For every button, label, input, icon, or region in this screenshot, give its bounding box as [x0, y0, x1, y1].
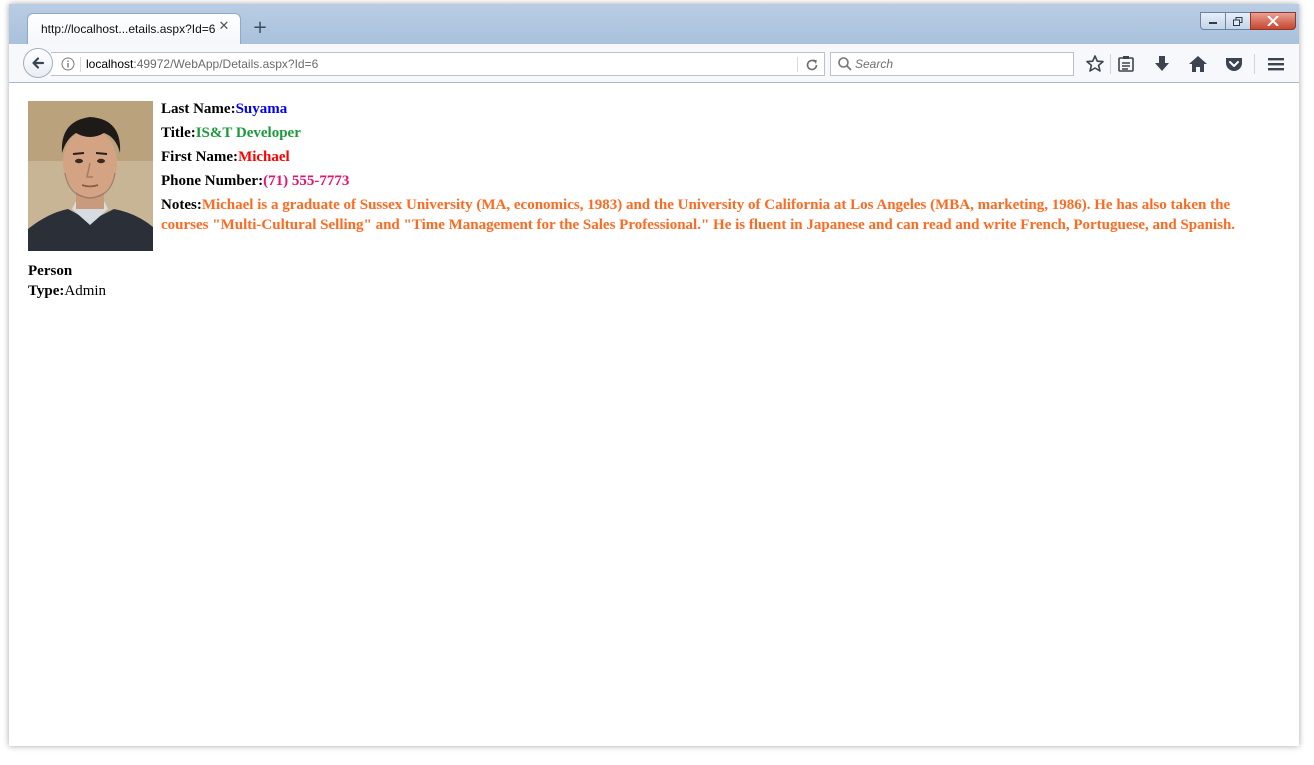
- info-icon[interactable]: [61, 57, 75, 71]
- window-controls: [1200, 12, 1296, 30]
- minimize-icon: [1209, 22, 1217, 24]
- toolbar-separator: [1254, 54, 1255, 74]
- home-icon[interactable]: [1188, 54, 1208, 74]
- last-name-row: Last Name:Suyama: [161, 99, 1271, 119]
- person-type-value: Admin: [64, 283, 107, 299]
- pocket-icon[interactable]: [1224, 54, 1244, 74]
- close-icon: [1267, 16, 1279, 26]
- tab-strip: http://localhost...etails.aspx?Id=6 ✕ +: [9, 4, 1299, 44]
- tab-title: http://localhost...etails.aspx?Id=6: [41, 22, 216, 36]
- first-name-label: First Name:: [161, 149, 239, 165]
- search-bar[interactable]: [830, 52, 1074, 76]
- last-name-value: Suyama: [235, 101, 288, 117]
- search-input[interactable]: [855, 55, 1065, 73]
- back-arrow-icon: [32, 57, 45, 69]
- new-tab-button[interactable]: +: [250, 19, 270, 39]
- person-type-row: Person Type:Admin: [28, 261, 108, 301]
- back-button[interactable]: [23, 48, 53, 78]
- tab-close-icon[interactable]: ✕: [216, 19, 232, 35]
- url-host: localhost: [86, 57, 134, 71]
- download-icon[interactable]: [1152, 54, 1172, 74]
- title-value: IS&T Developer: [195, 125, 301, 141]
- last-name-label: Last Name:: [161, 101, 236, 117]
- url-separator: [80, 57, 81, 72]
- toolbar-separator: [1110, 54, 1111, 74]
- close-window-button[interactable]: [1250, 12, 1296, 30]
- phone-row: Phone Number:(71) 555-7773: [161, 171, 1271, 191]
- url-text[interactable]: localhost:49972/WebApp/Details.aspx?Id=6: [86, 57, 318, 71]
- reload-icon[interactable]: [804, 57, 820, 73]
- title-row: Title:IS&T Developer: [161, 123, 1271, 143]
- nav-toolbar: localhost:49972/WebApp/Details.aspx?Id=6: [9, 44, 1299, 83]
- minimize-button[interactable]: [1200, 12, 1226, 30]
- reload-separator: [797, 57, 798, 72]
- browser-window: http://localhost...etails.aspx?Id=6 ✕ +: [9, 4, 1299, 746]
- bookmark-star-icon[interactable]: [1085, 54, 1105, 74]
- search-icon: [838, 57, 852, 71]
- reading-list-icon[interactable]: [1116, 54, 1136, 74]
- title-label: Title:: [161, 125, 196, 141]
- restore-button[interactable]: [1225, 12, 1251, 30]
- notes-value: Michael is a graduate of Sussex Universi…: [161, 197, 1236, 233]
- phone-value: (71) 555-7773: [263, 173, 350, 189]
- browser-tab[interactable]: http://localhost...etails.aspx?Id=6 ✕: [27, 13, 241, 44]
- first-name-value: Michael: [238, 149, 290, 165]
- menu-icon[interactable]: [1266, 54, 1286, 74]
- first-name-row: First Name:Michael: [161, 147, 1271, 167]
- notes-label: Notes:: [161, 197, 202, 213]
- phone-label: Phone Number:: [161, 173, 264, 189]
- person-photo: [28, 101, 153, 251]
- url-bar[interactable]: localhost:49972/WebApp/Details.aspx?Id=6: [51, 52, 825, 76]
- person-details: Last Name:Suyama Title:IS&T Developer Fi…: [161, 99, 1271, 239]
- page-content: Last Name:Suyama Title:IS&T Developer Fi…: [9, 83, 1299, 746]
- notes-row: Notes:Michael is a graduate of Sussex Un…: [161, 195, 1271, 235]
- url-path: :49972/WebApp/Details.aspx?Id=6: [133, 57, 319, 71]
- restore-icon: [1233, 16, 1243, 26]
